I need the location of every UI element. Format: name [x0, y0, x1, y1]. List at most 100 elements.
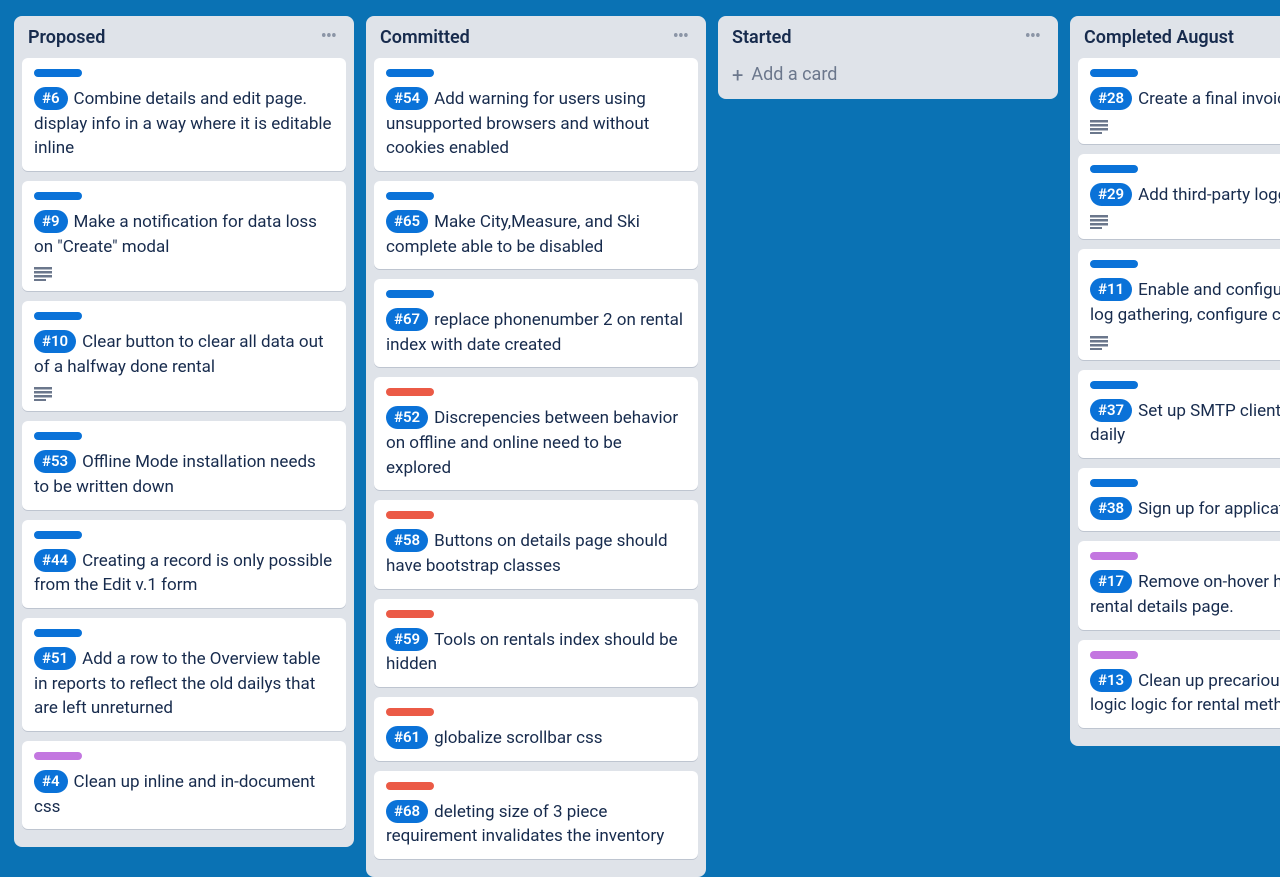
card-label[interactable]: [386, 69, 434, 77]
card-text: replace phonenumber 2 on rental index wi…: [386, 310, 683, 355]
card-label[interactable]: [34, 531, 82, 539]
card-title-line: #9Make a notification for data loss on "…: [34, 210, 334, 259]
card[interactable]: #9Make a notification for data loss on "…: [22, 181, 346, 291]
card-title-line: #10Clear button to clear all data out of…: [34, 330, 334, 379]
list-title[interactable]: Proposed: [28, 27, 105, 48]
card-label[interactable]: [34, 752, 82, 760]
card-label[interactable]: [386, 708, 434, 716]
card-label[interactable]: [386, 192, 434, 200]
card-label[interactable]: [34, 629, 82, 637]
list-menu-icon[interactable]: •••: [669, 26, 692, 48]
description-icon: [1090, 336, 1280, 350]
card[interactable]: #29 Add third-party logging: [1078, 154, 1280, 240]
card[interactable]: #11Enable and configure API Service log …: [1078, 249, 1280, 359]
card[interactable]: #58Buttons on details page should have b…: [374, 500, 698, 588]
card-text: Discrepencies between behavior on offlin…: [386, 408, 678, 477]
card[interactable]: #59Tools on rentals index should be hidd…: [374, 599, 698, 687]
card[interactable]: #37Set up SMTP client to send logs daily: [1078, 370, 1280, 458]
card-label[interactable]: [34, 432, 82, 440]
description-icon: [34, 267, 334, 281]
card-label[interactable]: [1090, 552, 1138, 560]
card-label[interactable]: [386, 388, 434, 396]
card-id-badge: #58: [386, 529, 428, 552]
card-text: Create a final invoice for RLV1.0.: [1138, 89, 1280, 109]
card[interactable]: #6Combine details and edit page. display…: [22, 58, 346, 171]
list-menu-icon[interactable]: •••: [317, 26, 340, 48]
card-id-badge: #53: [34, 450, 76, 473]
card-label[interactable]: [386, 610, 434, 618]
cards-container: #6Combine details and edit page. display…: [14, 54, 354, 847]
card[interactable]: #65Make City,Measure, and Ski complete a…: [374, 181, 698, 269]
card-label[interactable]: [386, 511, 434, 519]
card-label[interactable]: [1090, 479, 1138, 487]
board: Proposed ••• #6Combine details and edit pa…: [0, 0, 1280, 800]
card[interactable]: #28 Create a final invoice for RLV1.0.: [1078, 58, 1280, 144]
list-menu-icon[interactable]: •••: [1021, 26, 1044, 48]
list-header: Started •••: [718, 16, 1058, 54]
add-card-button[interactable]: +Add a card: [718, 54, 1058, 99]
list: Proposed ••• #6Combine details and edit pa…: [14, 16, 354, 847]
list-title[interactable]: Started: [732, 27, 791, 48]
card[interactable]: #10Clear button to clear all data out of…: [22, 301, 346, 411]
plus-icon: +: [732, 65, 743, 85]
card-id-badge: #10: [34, 330, 76, 353]
card-id-badge: #65: [386, 210, 428, 233]
card[interactable]: #68deleting size of 3 piece requirement …: [374, 771, 698, 859]
list-wrapper: Committed ••• #54Add warning for users usi…: [366, 16, 706, 800]
card[interactable]: #38Sign up for application: [1078, 468, 1280, 532]
card-id-badge: #29: [1090, 183, 1132, 206]
card[interactable]: #67replace phonenumber 2 on rental index…: [374, 279, 698, 367]
card-title-line: #4Clean up inline and in-document css: [34, 770, 334, 819]
list-title[interactable]: Committed: [380, 27, 470, 48]
card-text: Sign up for application: [1138, 499, 1280, 519]
card-label[interactable]: [1090, 165, 1138, 173]
card-id-badge: #59: [386, 628, 428, 651]
card-text: Clear button to clear all data out of a …: [34, 332, 324, 377]
card-label[interactable]: [1090, 381, 1138, 389]
card-title-line: #37Set up SMTP client to send logs daily: [1090, 399, 1280, 448]
list-wrapper: Proposed ••• #6Combine details and edit pa…: [14, 16, 354, 800]
card-label[interactable]: [386, 290, 434, 298]
card[interactable]: #13Clean up precarious recursive logic l…: [1078, 640, 1280, 728]
card-label[interactable]: [1090, 260, 1138, 268]
card-title-line: #51Add a row to the Overview table in re…: [34, 647, 334, 721]
card-title-line: #38Sign up for application: [1090, 497, 1280, 522]
card[interactable]: #54Add warning for users using unsupport…: [374, 58, 698, 171]
card[interactable]: #51Add a row to the Overview table in re…: [22, 618, 346, 731]
card-title-line: #68deleting size of 3 piece requirement …: [386, 800, 686, 849]
list-wrapper: Completed August••• #28 Create a final inv…: [1070, 16, 1280, 746]
card-id-badge: #6: [34, 87, 68, 110]
card[interactable]: #53Offline Mode installation needs to be…: [22, 421, 346, 509]
card-text: Clean up inline and in-document css: [34, 772, 315, 817]
card-text: globalize scrollbar css: [434, 728, 602, 748]
card[interactable]: #61globalize scrollbar css: [374, 697, 698, 761]
card[interactable]: #4Clean up inline and in-document css: [22, 741, 346, 829]
card-label[interactable]: [34, 69, 82, 77]
card-text: Add a row to the Overview table in repor…: [34, 649, 320, 718]
card-label[interactable]: [1090, 651, 1138, 659]
card-title-line: #11Enable and configure API Service log …: [1090, 278, 1280, 327]
card-id-badge: #13: [1090, 669, 1132, 692]
card-label[interactable]: [34, 312, 82, 320]
card-title-line: #53Offline Mode installation needs to be…: [34, 450, 334, 499]
card-text: Make a notification for data loss on "Cr…: [34, 212, 317, 257]
card-title-line: #44Creating a record is only possible fr…: [34, 549, 334, 598]
card[interactable]: #17Remove on-hover highlighting in renta…: [1078, 541, 1280, 629]
card[interactable]: #52Discrepencies between behavior on off…: [374, 377, 698, 490]
list-header: Completed August•••: [1070, 16, 1280, 54]
card-title-line: #59Tools on rentals index should be hidd…: [386, 628, 686, 677]
card-id-badge: #51: [34, 647, 76, 670]
card-text: Combine details and edit page. display i…: [34, 89, 332, 158]
card[interactable]: #44Creating a record is only possible fr…: [22, 520, 346, 608]
card-label[interactable]: [1090, 69, 1138, 77]
card-text: Buttons on details page should have boot…: [386, 531, 668, 576]
card-id-badge: #28: [1090, 87, 1132, 110]
card-id-badge: #54: [386, 87, 428, 110]
list-header: Proposed •••: [14, 16, 354, 54]
list: Committed ••• #54Add warning for users usi…: [366, 16, 706, 877]
list-title[interactable]: Completed August: [1084, 27, 1234, 48]
card-label[interactable]: [34, 192, 82, 200]
card-text: Add third-party logging: [1138, 185, 1280, 205]
card-id-badge: #67: [386, 308, 428, 331]
card-label[interactable]: [386, 782, 434, 790]
